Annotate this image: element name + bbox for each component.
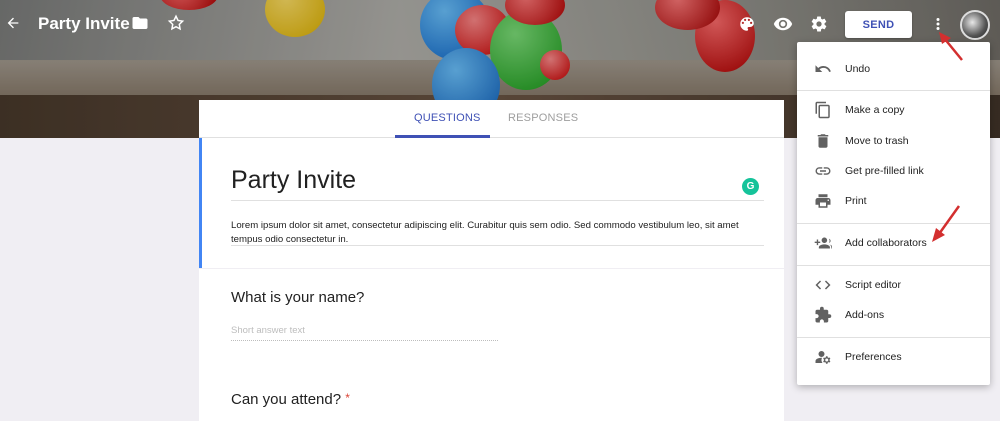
form-description-input[interactable]: Lorem ipsum dolor sit amet, consectetur …: [231, 219, 766, 247]
preview-eye-icon[interactable]: [773, 14, 793, 34]
title-underline: [231, 200, 764, 201]
copy-icon: [814, 101, 832, 119]
settings-gear-icon[interactable]: [809, 14, 829, 34]
menu-divider: [797, 337, 990, 338]
grammarly-icon[interactable]: G: [742, 178, 759, 195]
question-title[interactable]: Can you attend? *: [231, 391, 350, 408]
menu-item-move-to-trash[interactable]: Move to trash: [797, 127, 990, 155]
back-arrow-icon[interactable]: [4, 14, 22, 32]
folder-icon[interactable]: [131, 14, 149, 32]
form-name[interactable]: Party Invite: [38, 14, 130, 34]
menu-item-label: Preferences: [845, 351, 902, 363]
code-icon: [814, 276, 832, 294]
tab-questions[interactable]: QUESTIONS: [414, 112, 481, 124]
menu-item-label: Add collaborators: [845, 237, 927, 249]
send-button[interactable]: SEND: [845, 11, 912, 38]
menu-divider: [797, 90, 990, 91]
star-icon[interactable]: [167, 14, 185, 32]
menu-item-label: Make a copy: [845, 104, 905, 116]
menu-divider: [797, 265, 990, 266]
question-text: Can you attend?: [231, 391, 342, 408]
palette-icon[interactable]: [737, 14, 757, 34]
form-title-input[interactable]: Party Invite: [231, 166, 356, 195]
question-title[interactable]: What is your name?: [231, 289, 364, 306]
menu-item-make-copy[interactable]: Make a copy: [797, 96, 990, 124]
form-tabs: QUESTIONS RESPONSES: [199, 100, 784, 138]
tab-responses[interactable]: RESPONSES: [508, 112, 578, 124]
annotation-arrow-add-collaborators: [932, 205, 961, 242]
short-answer-placeholder: Short answer text: [231, 325, 305, 336]
trash-icon: [814, 132, 832, 150]
link-icon: [814, 162, 832, 180]
menu-item-add-ons[interactable]: Add-ons: [797, 301, 990, 329]
add-people-icon: [814, 234, 832, 252]
menu-item-label: Get pre-filled link: [845, 165, 924, 177]
menu-item-label: Print: [845, 195, 867, 207]
selected-section-indicator: [199, 138, 202, 268]
section-divider: [199, 268, 784, 269]
menu-item-label: Script editor: [845, 279, 902, 291]
menu-item-pre-filled-link[interactable]: Get pre-filled link: [797, 157, 990, 185]
puzzle-icon: [814, 306, 832, 324]
menu-item-preferences[interactable]: Preferences: [797, 343, 990, 371]
annotation-arrow-more-menu: [939, 32, 963, 61]
menu-item-label: Move to trash: [845, 135, 909, 147]
required-asterisk: *: [345, 391, 350, 405]
menu-item-label: Add-ons: [845, 309, 885, 321]
person-settings-icon: [814, 348, 832, 366]
print-icon: [814, 192, 832, 210]
menu-item-script-editor[interactable]: Script editor: [797, 271, 990, 299]
short-answer-line: [231, 340, 498, 341]
menu-item-label: Undo: [845, 63, 871, 75]
description-underline: [231, 245, 764, 246]
undo-icon: [814, 60, 832, 78]
